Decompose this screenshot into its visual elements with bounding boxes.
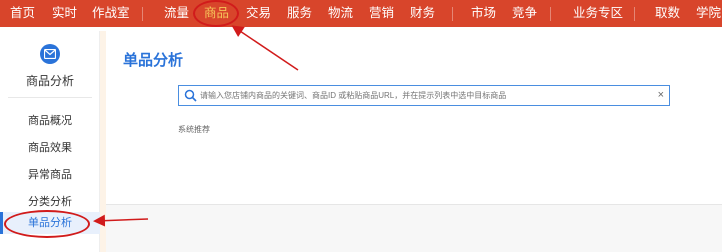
nav-item-service[interactable]: 服务 [287,0,312,27]
nav-item-business-zone[interactable]: 业务专区 [573,0,623,27]
nav-item-competition[interactable]: 竞争 [512,0,537,27]
sidebar-divider [8,97,92,98]
nav-separator [452,7,453,21]
annotation-circle-nav [193,0,239,27]
page-title: 单品分析 [123,52,184,69]
system-recommend-label: 系统推荐 [178,125,210,134]
nav-item-marketing[interactable]: 营销 [369,0,394,27]
active-indicator-bar [0,212,3,234]
search-icon [184,89,197,102]
nav-item-logistics[interactable]: 物流 [328,0,353,27]
nav-item-war-room[interactable]: 作战室 [92,0,130,27]
nav-item-realtime[interactable]: 实时 [52,0,77,27]
nav-item-finance[interactable]: 财务 [410,0,435,27]
nav-separator [142,7,143,21]
nav-item-data-fetch[interactable]: 取数 [655,0,680,27]
footer-band [106,204,722,252]
nav-item-traffic[interactable]: 流量 [164,0,189,27]
nav-separator [634,7,635,21]
nav-separator [550,7,551,21]
annotation-circle-sidebar [4,210,90,238]
sidebar-header-title: 商品分析 [25,74,74,88]
nav-item-market[interactable]: 市场 [471,0,496,27]
sidebar-item-product-effect[interactable]: 商品效果 [0,139,100,155]
sidebar-item-abnormal-products[interactable]: 异常商品 [0,166,100,182]
product-analysis-icon [40,44,60,64]
product-search-box[interactable]: × [178,85,670,106]
nav-item-academy[interactable]: 学院 [696,0,721,27]
nav-item-home[interactable]: 首页 [10,0,35,27]
clear-icon[interactable]: × [658,88,664,103]
top-nav-bar: 首页 实时 作战室 流量 商品 交易 服务 物流 营销 财务 市场 竞争 业务专… [0,0,722,27]
nav-item-trade[interactable]: 交易 [246,0,271,27]
sidebar-item-product-overview[interactable]: 商品概况 [0,112,100,128]
search-input[interactable] [200,88,650,103]
sidebar-item-category-analysis[interactable]: 分类分析 [0,193,100,209]
